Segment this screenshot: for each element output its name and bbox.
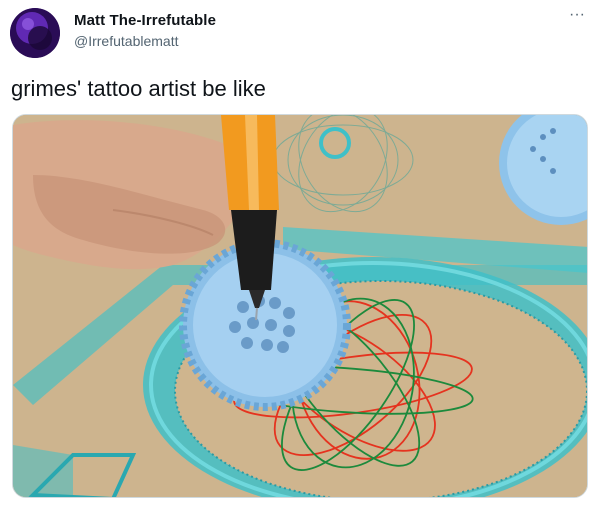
author-display-name[interactable]: Matt The-Irrefutable	[74, 12, 216, 29]
author-handle[interactable]: @Irrefutablematt	[74, 33, 178, 49]
tweet-card: Matt The-Irrefutable @Irrefutablematt ··…	[0, 0, 600, 507]
more-horizontal-icon: ···	[569, 6, 585, 23]
avatar[interactable]	[10, 8, 60, 58]
tweet-text: grimes' tattoo artist be like	[11, 76, 266, 101]
tweet-media-photo[interactable]	[12, 114, 588, 498]
avatar-image	[10, 8, 60, 58]
more-options-button[interactable]: ···	[566, 6, 588, 26]
spirograph-photo	[13, 115, 587, 497]
